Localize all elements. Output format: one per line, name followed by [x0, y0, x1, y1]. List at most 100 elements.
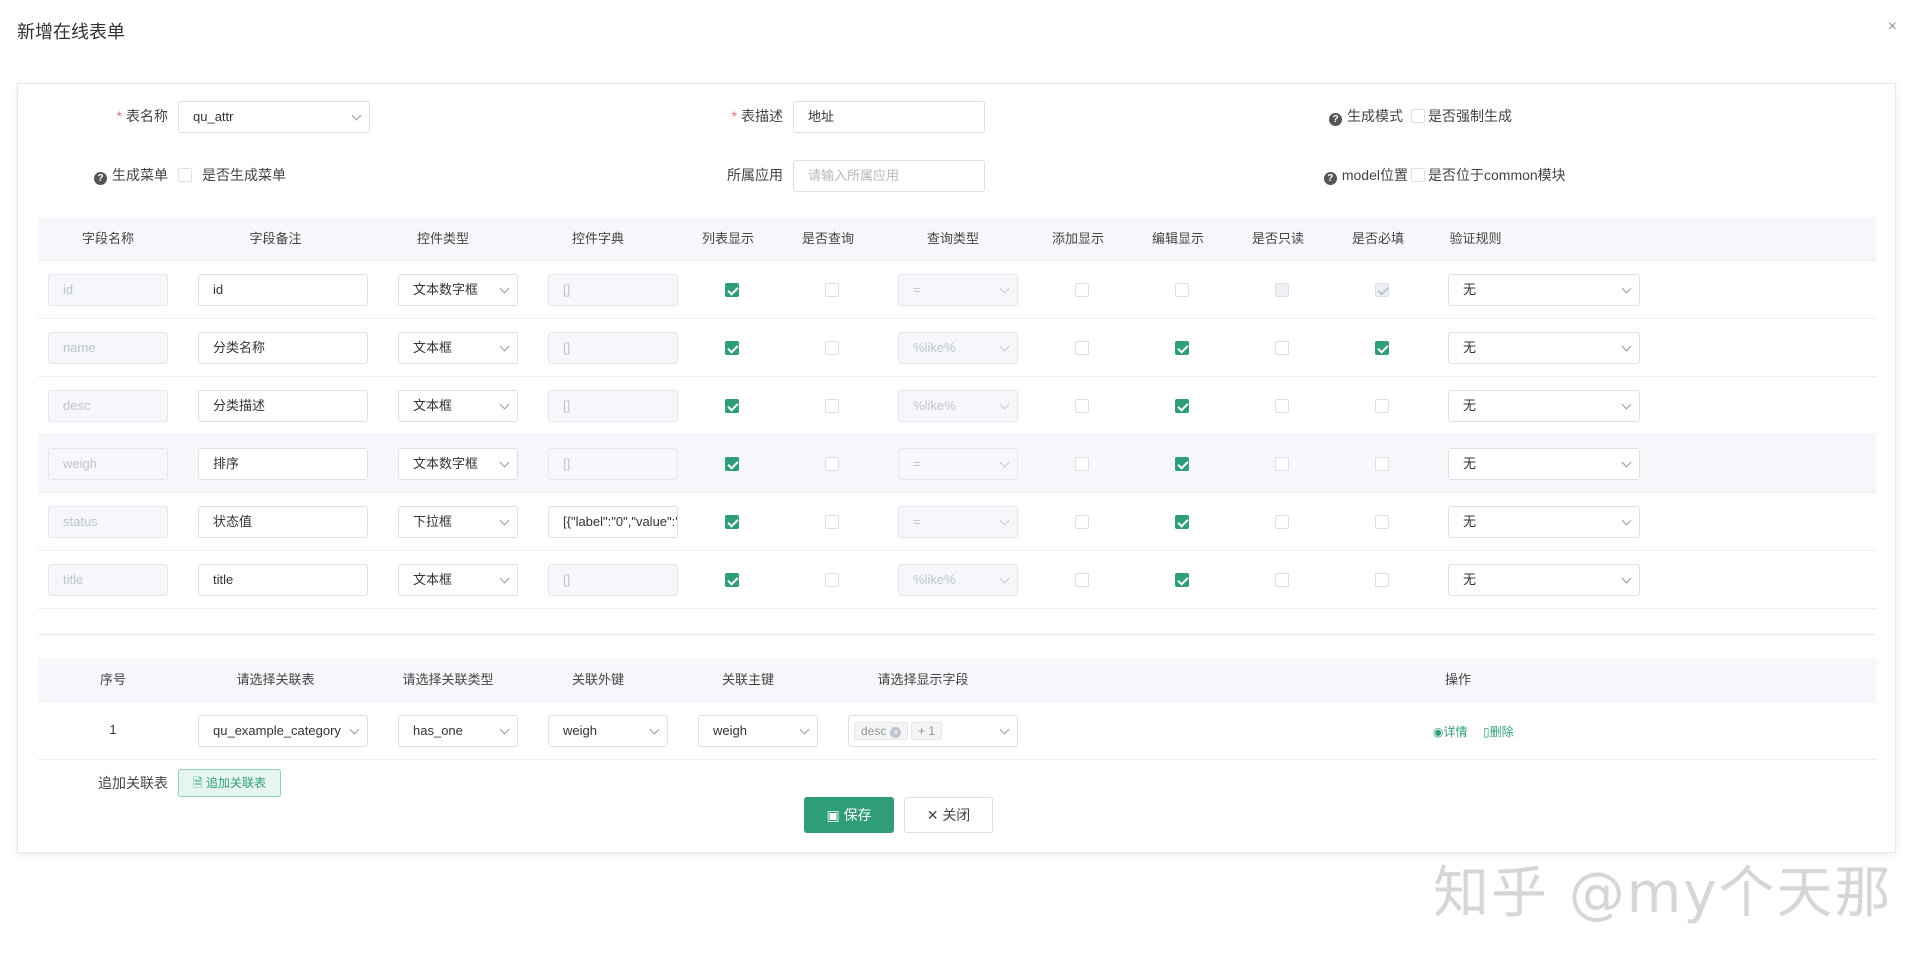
validate-rule-select[interactable]: 无	[1448, 506, 1640, 538]
field-name-input[interactable]: id	[48, 274, 168, 306]
table-desc-input[interactable]: 地址	[793, 101, 985, 133]
required-checkbox[interactable]	[1375, 341, 1389, 355]
list-show-checkbox[interactable]	[725, 457, 739, 471]
query-type-select[interactable]: %like%	[898, 564, 1018, 596]
chevron-down-icon	[1000, 458, 1010, 468]
control-type-select[interactable]: 文本数字框	[398, 448, 518, 480]
relation-type-select[interactable]: has_one	[398, 715, 518, 747]
edit-show-checkbox[interactable]	[1175, 341, 1189, 355]
control-type-select[interactable]: 下拉框	[398, 506, 518, 538]
save-button[interactable]: ▣ 保存	[804, 797, 894, 833]
validate-rule-select[interactable]: 无	[1448, 564, 1640, 596]
th-is-query: 是否查询	[788, 217, 868, 261]
field-name-input[interactable]: name	[48, 332, 168, 364]
add-show-checkbox[interactable]	[1075, 283, 1089, 297]
relation-index: 1	[68, 722, 158, 737]
list-show-checkbox[interactable]	[725, 515, 739, 529]
query-type-select[interactable]: =	[898, 448, 1018, 480]
close-icon[interactable]: ×	[1888, 18, 1897, 36]
edit-show-checkbox[interactable]	[1175, 457, 1189, 471]
control-dict-input[interactable]: []	[548, 332, 678, 364]
query-type-select[interactable]: =	[898, 506, 1018, 538]
control-type-select[interactable]: 文本数字框	[398, 274, 518, 306]
field-name-input[interactable]: title	[48, 564, 168, 596]
list-show-checkbox[interactable]	[725, 283, 739, 297]
th-readonly: 是否只读	[1238, 217, 1318, 261]
field-name-input[interactable]: desc	[48, 390, 168, 422]
list-show-checkbox[interactable]	[725, 341, 739, 355]
field-name-input[interactable]: weigh	[48, 448, 168, 480]
is-query-checkbox[interactable]	[825, 341, 839, 355]
readonly-checkbox[interactable]	[1275, 457, 1289, 471]
edit-show-checkbox[interactable]	[1175, 283, 1189, 297]
field-remark-input[interactable]: id	[198, 274, 368, 306]
fields-table-header: 字段名称 字段备注 控件类型 控件字典 列表显示 是否查询 查询类型 添加显示 …	[38, 217, 1876, 261]
validate-rule-select[interactable]: 无	[1448, 332, 1640, 364]
delete-link[interactable]: ▯删除	[1483, 723, 1514, 740]
primary-key-select[interactable]: weigh	[698, 715, 818, 747]
validate-rule-select[interactable]: 无	[1448, 448, 1640, 480]
is-query-checkbox[interactable]	[825, 399, 839, 413]
required-checkbox[interactable]	[1375, 573, 1389, 587]
control-dict-input[interactable]: []	[548, 274, 678, 306]
field-remark-input[interactable]: 分类描述	[198, 390, 368, 422]
gen-menu-checkbox[interactable]	[178, 168, 192, 182]
edit-show-checkbox[interactable]	[1175, 399, 1189, 413]
edit-show-checkbox[interactable]	[1175, 515, 1189, 529]
is-query-checkbox[interactable]	[825, 283, 839, 297]
control-type-select[interactable]: 文本框	[398, 564, 518, 596]
validate-rule-select[interactable]: 无	[1448, 274, 1640, 306]
model-pos-label: ?model位置	[1283, 159, 1408, 191]
add-show-checkbox[interactable]	[1075, 515, 1089, 529]
readonly-checkbox[interactable]	[1275, 283, 1289, 297]
detail-link[interactable]: ◉详情	[1433, 723, 1468, 740]
add-show-checkbox[interactable]	[1075, 341, 1089, 355]
common-module-checkbox[interactable]	[1411, 168, 1425, 182]
th-add-show: 添加显示	[1038, 217, 1118, 261]
table-desc-label: *表描述	[668, 100, 783, 132]
query-type-select[interactable]: =	[898, 274, 1018, 306]
app-input[interactable]: 请输入所属应用	[793, 160, 985, 192]
required-checkbox[interactable]	[1375, 399, 1389, 413]
close-button[interactable]: ✕ 关闭	[904, 797, 993, 833]
readonly-checkbox[interactable]	[1275, 399, 1289, 413]
is-query-checkbox[interactable]	[825, 457, 839, 471]
field-name-input[interactable]: status	[48, 506, 168, 538]
control-dict-input[interactable]: []	[548, 448, 678, 480]
query-type-select[interactable]: %like%	[898, 390, 1018, 422]
control-dict-input[interactable]: []	[548, 564, 678, 596]
field-remark-input[interactable]: title	[198, 564, 368, 596]
query-type-select[interactable]: %like%	[898, 332, 1018, 364]
list-show-checkbox[interactable]	[725, 573, 739, 587]
required-checkbox[interactable]	[1375, 515, 1389, 529]
table-name-select[interactable]: qu_attr	[178, 101, 370, 133]
control-dict-input[interactable]: []	[548, 390, 678, 422]
field-remark-input[interactable]: 排序	[198, 448, 368, 480]
add-show-checkbox[interactable]	[1075, 399, 1089, 413]
readonly-checkbox[interactable]	[1275, 573, 1289, 587]
chevron-down-icon	[1622, 458, 1632, 468]
control-dict-input[interactable]: [{"label":"0","value":"0"}]	[548, 506, 678, 538]
readonly-checkbox[interactable]	[1275, 341, 1289, 355]
foreign-key-select[interactable]: weigh	[548, 715, 668, 747]
edit-show-checkbox[interactable]	[1175, 573, 1189, 587]
add-show-checkbox[interactable]	[1075, 573, 1089, 587]
is-query-checkbox[interactable]	[825, 515, 839, 529]
add-relation-button[interactable]: 🗎 追加关联表	[178, 769, 281, 797]
question-icon: ?	[94, 172, 107, 185]
readonly-checkbox[interactable]	[1275, 515, 1289, 529]
field-remark-input[interactable]: 状态值	[198, 506, 368, 538]
tag-close-icon[interactable]: ×	[890, 727, 901, 738]
required-checkbox[interactable]	[1375, 457, 1389, 471]
control-type-select[interactable]: 文本框	[398, 390, 518, 422]
force-gen-checkbox[interactable]	[1411, 109, 1425, 123]
validate-rule-select[interactable]: 无	[1448, 390, 1640, 422]
add-show-checkbox[interactable]	[1075, 457, 1089, 471]
is-query-checkbox[interactable]	[825, 573, 839, 587]
display-field-tag: desc×	[854, 722, 908, 740]
relation-table-select[interactable]: qu_example_category	[198, 715, 368, 747]
field-remark-input[interactable]: 分类名称	[198, 332, 368, 364]
required-checkbox[interactable]	[1375, 283, 1389, 297]
list-show-checkbox[interactable]	[725, 399, 739, 413]
control-type-select[interactable]: 文本框	[398, 332, 518, 364]
